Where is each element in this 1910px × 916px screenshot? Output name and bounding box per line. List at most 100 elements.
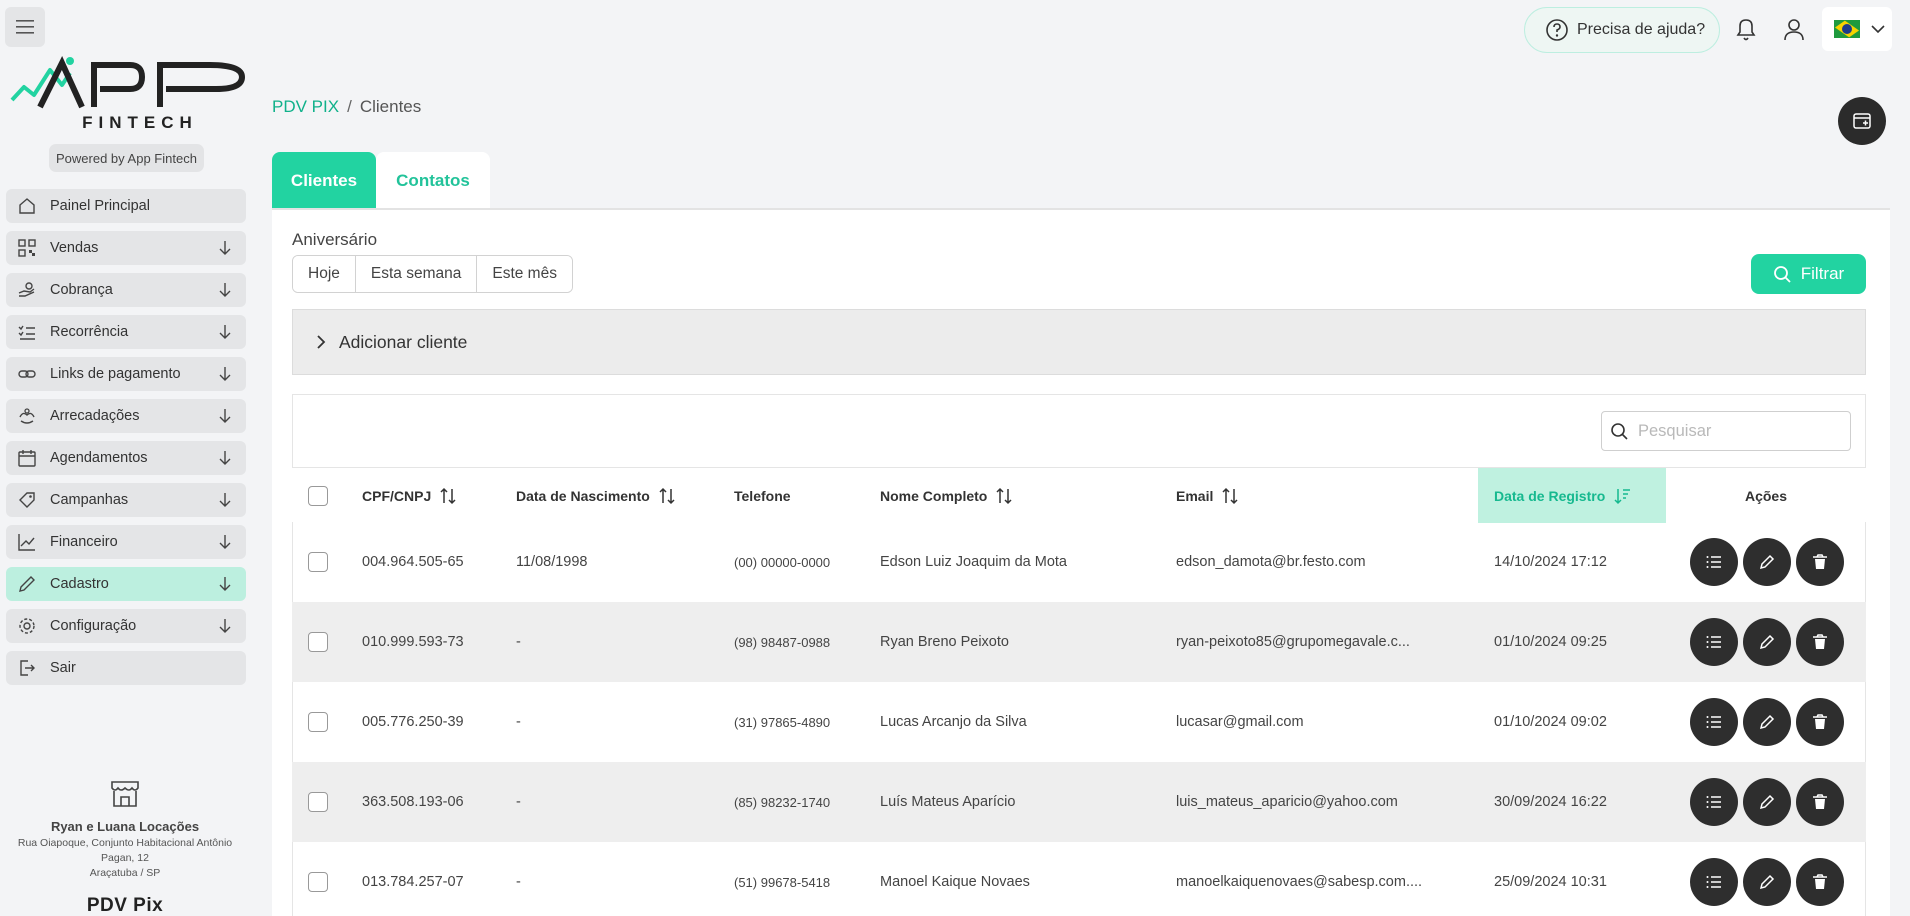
add-client-accordion[interactable]: Adicionar cliente: [292, 309, 1866, 375]
cell-email: lucasar@gmail.com: [1176, 714, 1304, 730]
menu-toggle-button[interactable]: [5, 7, 45, 47]
column-label: Data de Nascimento: [516, 487, 650, 504]
bell-icon[interactable]: [1734, 16, 1758, 42]
tab-divider: [272, 208, 1890, 210]
tag-icon: [18, 491, 36, 509]
column-label: Email: [1176, 487, 1214, 504]
sidebar-item-cadastro[interactable]: Cadastro: [6, 567, 246, 601]
sidebar-item-sair[interactable]: Sair: [6, 651, 246, 685]
delete-button[interactable]: [1796, 698, 1844, 746]
edit-button[interactable]: [1743, 778, 1791, 826]
table-row: 005.776.250-39 - (31) 97865-4890 Lucas A…: [292, 682, 1866, 762]
store-info: Ryan e Luana Locações Rua Oiapoque, Conj…: [0, 780, 250, 916]
edit-button[interactable]: [1743, 858, 1791, 906]
store-address-line: Araçatuba / SP: [89, 867, 161, 879]
powered-by-badge: Powered by App Fintech: [49, 144, 204, 172]
app-fintech-logo: FINTECH: [10, 56, 245, 132]
home-icon: [18, 197, 36, 215]
row-select-cell: [308, 842, 328, 916]
add-client-label: Adicionar cliente: [339, 331, 468, 352]
column-header-cpf[interactable]: CPF/CNPJ: [362, 468, 457, 523]
select-all-checkbox[interactable]: [308, 485, 328, 506]
hand-coin-icon: [18, 281, 36, 299]
tab-contatos[interactable]: Contatos: [376, 152, 490, 209]
view-details-button[interactable]: [1690, 618, 1738, 666]
edit-button[interactable]: [1743, 698, 1791, 746]
sort-desc-icon: [1614, 488, 1631, 504]
table-header: CPF/CNPJ Data de Nascimento Telefone Nom…: [292, 467, 1866, 523]
table-row: 363.508.193-06 - (85) 98232-1740 Luís Ma…: [292, 762, 1866, 842]
breadcrumb-separator: /: [347, 97, 352, 116]
svg-text:FINTECH: FINTECH: [82, 113, 198, 132]
sidebar-item-links-de-pagamento[interactable]: Links de pagamento: [6, 357, 246, 391]
delete-button[interactable]: [1796, 858, 1844, 906]
view-details-button[interactable]: [1690, 538, 1738, 586]
cell-nome: Ryan Breno Peixoto: [880, 634, 1009, 650]
sidebar-item-recorrencia[interactable]: Recorrência: [6, 315, 246, 349]
column-header-nascimento[interactable]: Data de Nascimento: [516, 468, 676, 523]
sidebar-item-cobranca[interactable]: Cobrança: [6, 273, 246, 307]
column-label: Ações: [1744, 487, 1788, 504]
birthday-month-button[interactable]: Este mês: [477, 256, 572, 292]
edit-button[interactable]: [1743, 538, 1791, 586]
cell-registro: 30/09/2024 16:22: [1494, 794, 1607, 810]
column-header-nome[interactable]: Nome Completo: [880, 468, 1013, 523]
sort-icon: [659, 487, 675, 504]
qrcode-icon: [18, 239, 36, 257]
arrow-down-icon: [219, 619, 231, 633]
cell-nascimento: 11/08/1998: [516, 554, 588, 570]
view-details-button[interactable]: [1690, 858, 1738, 906]
tab-bar: Clientes Contatos: [272, 152, 490, 209]
filter-button[interactable]: Filtrar: [1751, 254, 1866, 294]
row-checkbox[interactable]: [308, 552, 328, 572]
breadcrumb-current: Clientes: [359, 97, 422, 116]
delete-button[interactable]: [1796, 618, 1844, 666]
edit-button[interactable]: [1743, 618, 1791, 666]
row-checkbox[interactable]: [308, 792, 328, 812]
birthday-today-button[interactable]: Hoje: [293, 256, 356, 292]
sidebar-item-vendas[interactable]: Vendas: [6, 231, 246, 265]
sidebar-item-label: Cobrança: [50, 282, 113, 298]
pencil-icon: [1759, 554, 1775, 570]
help-button[interactable]: Precisa de ajuda?: [1524, 7, 1720, 53]
breadcrumb-root-link[interactable]: PDV PIX: [272, 97, 339, 116]
column-header-email[interactable]: Email: [1176, 468, 1239, 523]
sidebar-item-arrecadacoes[interactable]: Arrecadações: [6, 399, 246, 433]
delete-button[interactable]: [1796, 538, 1844, 586]
user-icon[interactable]: [1782, 17, 1806, 41]
cell-registro: 01/10/2024 09:25: [1494, 634, 1607, 650]
table-row: 004.964.505-65 11/08/1998 (00) 00000-000…: [292, 522, 1866, 602]
arrow-down-icon: [219, 409, 231, 423]
column-header-acoes: Ações: [1666, 468, 1866, 523]
language-selector[interactable]: [1822, 7, 1892, 51]
view-details-button[interactable]: [1690, 778, 1738, 826]
view-details-button[interactable]: [1690, 698, 1738, 746]
cell-nascimento: -: [516, 874, 521, 890]
arrow-down-icon: [219, 325, 231, 339]
calendar-icon: [18, 449, 36, 467]
list-icon: [1706, 876, 1721, 888]
sidebar-item-configuracao[interactable]: Configuração: [6, 609, 246, 643]
cell-telefone: (85) 98232-1740: [734, 794, 831, 810]
arrow-down-icon: [219, 451, 231, 465]
cell-registro: 01/10/2024 09:02: [1494, 714, 1607, 730]
cell-nascimento: -: [516, 794, 521, 810]
sidebar-item-agendamentos[interactable]: Agendamentos: [6, 441, 246, 475]
column-header-registro[interactable]: Data de Registro: [1478, 468, 1666, 523]
sidebar-item-financeiro[interactable]: Financeiro: [6, 525, 246, 559]
search-input[interactable]: [1638, 421, 1828, 441]
pencil-icon: [1759, 874, 1775, 890]
chevron-right-icon: [317, 335, 326, 349]
delete-button[interactable]: [1796, 778, 1844, 826]
row-checkbox[interactable]: [308, 712, 328, 732]
sidebar-item-campanhas[interactable]: Campanhas: [6, 483, 246, 517]
row-checkbox[interactable]: [308, 872, 328, 892]
help-label: Precisa de ajuda?: [1577, 21, 1706, 38]
sidebar-item-painel-principal[interactable]: Painel Principal: [6, 189, 246, 223]
sidebar-item-label: Campanhas: [50, 492, 129, 508]
gear-icon: [18, 617, 36, 635]
cart-button[interactable]: [1838, 97, 1886, 145]
row-checkbox[interactable]: [308, 632, 328, 652]
birthday-week-button[interactable]: Esta semana: [355, 256, 478, 292]
tab-clientes[interactable]: Clientes: [272, 152, 376, 209]
